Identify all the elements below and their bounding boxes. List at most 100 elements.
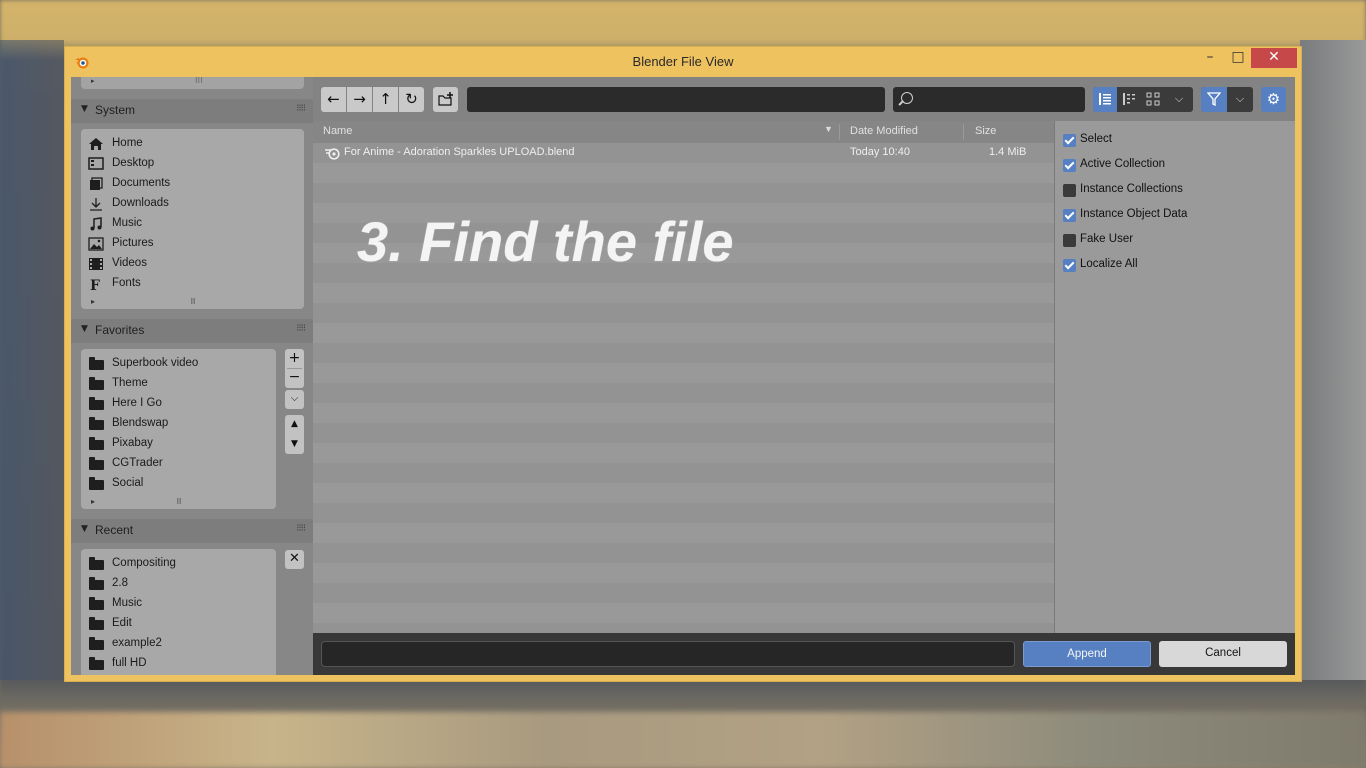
list-item[interactable]: Social	[81, 474, 276, 494]
list-item[interactable]: Theme	[81, 374, 276, 394]
list-item[interactable]: Pixabay	[81, 434, 276, 454]
column-header-date[interactable]: Date Modified	[850, 125, 918, 137]
resize-grip[interactable]: ⁝⁝⁝	[195, 77, 203, 85]
new-folder-button[interactable]	[433, 87, 458, 112]
display-settings-dropdown[interactable]: ⌵	[1167, 87, 1191, 112]
resize-grip[interactable]: ⁝⁝⁝	[176, 497, 182, 506]
settings-button[interactable]: ⚙	[1261, 87, 1286, 112]
list-item-label: Compositing	[112, 557, 176, 569]
filename-input[interactable]	[321, 641, 1015, 667]
checkbox[interactable]	[1063, 209, 1076, 222]
expand-arrow-icon[interactable]: ▸	[91, 497, 95, 506]
section-header-recent[interactable]: ▼ Recent ⁝⁝⁝⁝	[71, 519, 313, 543]
parent-directory-button[interactable]: ↑	[373, 87, 398, 112]
list-item[interactable]: Blendswap	[81, 414, 276, 434]
option-label: Instance Collections	[1080, 183, 1183, 195]
sort-descending-icon[interactable]: ▼	[824, 124, 833, 134]
favorites-list: Superbook video Theme Here I Go Blendswa…	[81, 349, 276, 509]
list-item[interactable]: Music	[81, 594, 276, 614]
sidebar-item-videos[interactable]: Videos	[81, 254, 304, 274]
folder-icon	[89, 437, 104, 450]
file-name: For Anime - Adoration Sparkles UPLOAD.bl…	[344, 146, 575, 158]
list-item[interactable]: CGTrader	[81, 454, 276, 474]
bookmarks-panel-tail: ▸ ⁝⁝⁝	[81, 77, 304, 89]
list-item[interactable]: Edit	[81, 614, 276, 634]
arrow-left-icon: ←	[327, 90, 340, 108]
vertical-list-view-button[interactable]	[1093, 87, 1117, 112]
sidebar-item-fonts[interactable]: F Fonts	[81, 274, 304, 294]
svg-text:F: F	[90, 278, 100, 291]
display-mode-group: ⌵	[1093, 87, 1193, 112]
append-button[interactable]: Append	[1023, 641, 1151, 667]
cancel-button[interactable]: Cancel	[1159, 641, 1287, 667]
list-item[interactable]: Here I Go	[81, 394, 276, 414]
directory-path-input[interactable]	[467, 87, 885, 112]
empty-row	[313, 623, 1054, 633]
empty-row	[313, 583, 1054, 603]
filter-settings-dropdown[interactable]: ⌵	[1227, 87, 1253, 112]
list-item[interactable]: Compositing	[81, 554, 276, 574]
option-label: Fake User	[1080, 233, 1134, 245]
drag-grip-icon[interactable]: ⁝⁝⁝⁝	[296, 523, 306, 534]
close-button[interactable]: ✕	[1251, 48, 1297, 68]
list-item[interactable]: 2.8	[81, 574, 276, 594]
empty-row	[313, 563, 1054, 583]
file-row[interactable]: For Anime - Adoration Sparkles UPLOAD.bl…	[313, 143, 1054, 163]
checkbox[interactable]	[1063, 159, 1076, 172]
checkbox[interactable]	[1063, 184, 1076, 197]
section-header-system[interactable]: ▼ System ⁝⁝⁝⁝	[71, 99, 313, 123]
thumbnail-grid-icon	[1146, 92, 1160, 106]
resize-grip[interactable]: ⁝⁝⁝	[190, 297, 196, 306]
favorites-menu-button[interactable]: ⌵	[285, 390, 304, 409]
list-item[interactable]: full HD	[81, 654, 276, 674]
sidebar-item-pictures[interactable]: Pictures	[81, 234, 304, 254]
filter-toggle-button[interactable]	[1201, 87, 1227, 112]
title-bar[interactable]: Blender File View – □ ✕	[65, 47, 1301, 77]
folder-icon	[89, 657, 104, 670]
sidebar-item-music[interactable]: Music	[81, 214, 304, 234]
empty-row	[313, 483, 1054, 503]
column-separator[interactable]	[839, 124, 840, 140]
remove-favorite-button[interactable]: −	[285, 369, 304, 388]
sidebar-item-documents[interactable]: Documents	[81, 174, 304, 194]
checkbox[interactable]	[1063, 234, 1076, 247]
expand-arrow-icon[interactable]: ▸	[91, 77, 95, 85]
column-header-name[interactable]: Name	[323, 125, 352, 137]
empty-row	[313, 383, 1054, 403]
checkbox[interactable]	[1063, 134, 1076, 147]
folder-icon	[89, 457, 104, 470]
column-separator[interactable]	[963, 124, 964, 140]
sidebar-item-home[interactable]: Home	[81, 134, 304, 154]
back-button[interactable]: ←	[321, 87, 346, 112]
forward-button[interactable]: →	[347, 87, 372, 112]
chevron-down-icon: ⌵	[290, 393, 299, 404]
maximize-button[interactable]: □	[1225, 48, 1251, 68]
sidebar-item-desktop[interactable]: Desktop	[81, 154, 304, 174]
move-up-button[interactable]: ▲	[285, 415, 304, 434]
add-favorite-button[interactable]: +	[285, 349, 304, 368]
checkbox[interactable]	[1063, 259, 1076, 272]
move-down-button[interactable]: ▼	[285, 435, 304, 454]
thumbnail-view-button[interactable]	[1141, 87, 1165, 112]
search-input[interactable]	[893, 87, 1085, 112]
sidebar-item-label: Downloads	[112, 197, 169, 209]
sidebar-item-label: Videos	[112, 257, 147, 269]
sidebar-item-downloads[interactable]: Downloads	[81, 194, 304, 214]
sidebar-item-label: Pictures	[112, 237, 154, 249]
clear-recent-button[interactable]: ✕	[285, 550, 304, 569]
recent-list: Compositing 2.8 Music Edit example2 full…	[81, 549, 276, 675]
new-folder-icon	[437, 92, 453, 106]
drag-grip-icon[interactable]: ⁝⁝⁝⁝	[296, 103, 306, 114]
section-title-system: System	[95, 103, 136, 117]
section-header-favorites[interactable]: ▼ Favorites ⁝⁝⁝⁝	[71, 319, 313, 343]
background-right-region	[1300, 40, 1366, 680]
column-header-size[interactable]: Size	[975, 125, 996, 137]
list-item[interactable]: example2	[81, 634, 276, 654]
horizontal-list-view-button[interactable]	[1117, 87, 1141, 112]
minimize-button[interactable]: –	[1195, 48, 1225, 68]
list-item[interactable]: Superbook video	[81, 354, 276, 374]
drag-grip-icon[interactable]: ⁝⁝⁝⁝	[296, 323, 306, 334]
refresh-button[interactable]: ↻	[399, 87, 424, 112]
expand-arrow-icon[interactable]: ▸	[91, 297, 95, 306]
option-label: Instance Object Data	[1080, 208, 1188, 220]
